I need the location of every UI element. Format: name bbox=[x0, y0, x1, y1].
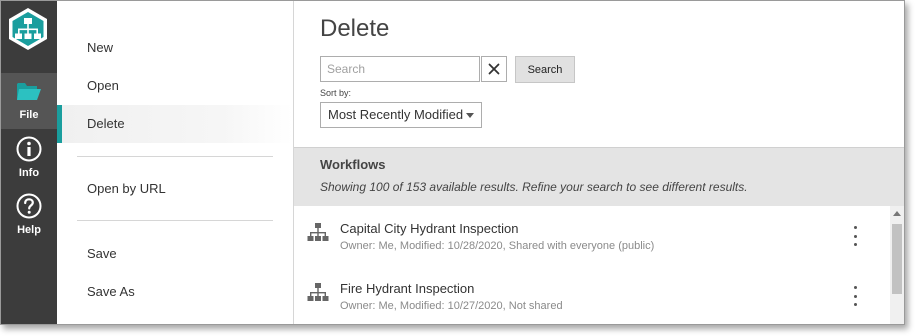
folder-icon bbox=[16, 77, 42, 105]
workflow-icon bbox=[307, 283, 329, 301]
app-logo-icon bbox=[6, 7, 50, 51]
page-title: Delete bbox=[320, 15, 390, 42]
clear-search-button[interactable] bbox=[481, 56, 507, 82]
results-heading: Workflows bbox=[320, 157, 386, 172]
close-icon bbox=[488, 63, 500, 75]
scroll-up-icon[interactable] bbox=[893, 211, 901, 216]
results-summary: Showing 100 of 153 available results. Re… bbox=[320, 180, 748, 194]
rail-item-label: File bbox=[19, 109, 39, 121]
item-name[interactable]: Capital City Hydrant Inspection bbox=[340, 221, 518, 236]
menu-item-open[interactable]: Open bbox=[57, 67, 293, 105]
list-item[interactable]: Capital City Hydrant Inspection Owner: M… bbox=[294, 206, 890, 266]
menu-divider bbox=[77, 220, 273, 221]
menu-item-save-as[interactable]: Save As bbox=[57, 273, 293, 311]
info-icon bbox=[16, 135, 42, 163]
search-input[interactable] bbox=[320, 56, 480, 82]
sort-label: Sort by: bbox=[320, 88, 352, 98]
chevron-down-icon bbox=[466, 113, 474, 118]
more-options-icon[interactable] bbox=[850, 286, 860, 306]
item-meta: Owner: Me, Modified: 10/27/2020, Not sha… bbox=[340, 300, 563, 312]
results-header: Workflows Showing 100 of 153 available r… bbox=[294, 147, 904, 206]
rail-item-info[interactable]: Info bbox=[1, 131, 57, 187]
item-meta: Owner: Me, Modified: 10/28/2020, Shared … bbox=[340, 240, 655, 252]
rail-item-file[interactable]: File bbox=[1, 73, 57, 129]
search-button[interactable]: Search bbox=[515, 56, 575, 83]
help-icon bbox=[16, 192, 42, 220]
menu-divider bbox=[77, 156, 273, 157]
list-item[interactable]: Fire Hydrant Inspection Owner: Me, Modif… bbox=[294, 266, 890, 324]
sort-selected-value: Most Recently Modified bbox=[328, 107, 464, 122]
file-menu: New Open Delete Open by URL Save Save As bbox=[57, 1, 294, 324]
menu-item-new[interactable]: New bbox=[57, 29, 293, 67]
sort-dropdown[interactable]: Most Recently Modified bbox=[320, 102, 482, 128]
results-list: Capital City Hydrant Inspection Owner: M… bbox=[294, 206, 890, 324]
menu-item-open-by-url[interactable]: Open by URL bbox=[57, 170, 293, 208]
more-options-icon[interactable] bbox=[850, 226, 860, 246]
menu-item-save[interactable]: Save bbox=[57, 235, 293, 273]
workflow-icon bbox=[307, 223, 329, 241]
nav-rail: File Info Help bbox=[1, 1, 57, 324]
rail-item-label: Help bbox=[17, 224, 41, 236]
results-scrollbar[interactable] bbox=[890, 206, 904, 324]
rail-item-label: Info bbox=[18, 167, 40, 179]
rail-item-help[interactable]: Help bbox=[1, 188, 57, 244]
scroll-thumb[interactable] bbox=[892, 224, 902, 294]
app-window: File Info Help New Open Delete Open by U… bbox=[0, 0, 905, 325]
main-panel: Delete Search Sort by: Most Recently Mod… bbox=[294, 1, 904, 324]
item-name[interactable]: Fire Hydrant Inspection bbox=[340, 281, 474, 296]
menu-item-delete[interactable]: Delete bbox=[57, 105, 293, 143]
